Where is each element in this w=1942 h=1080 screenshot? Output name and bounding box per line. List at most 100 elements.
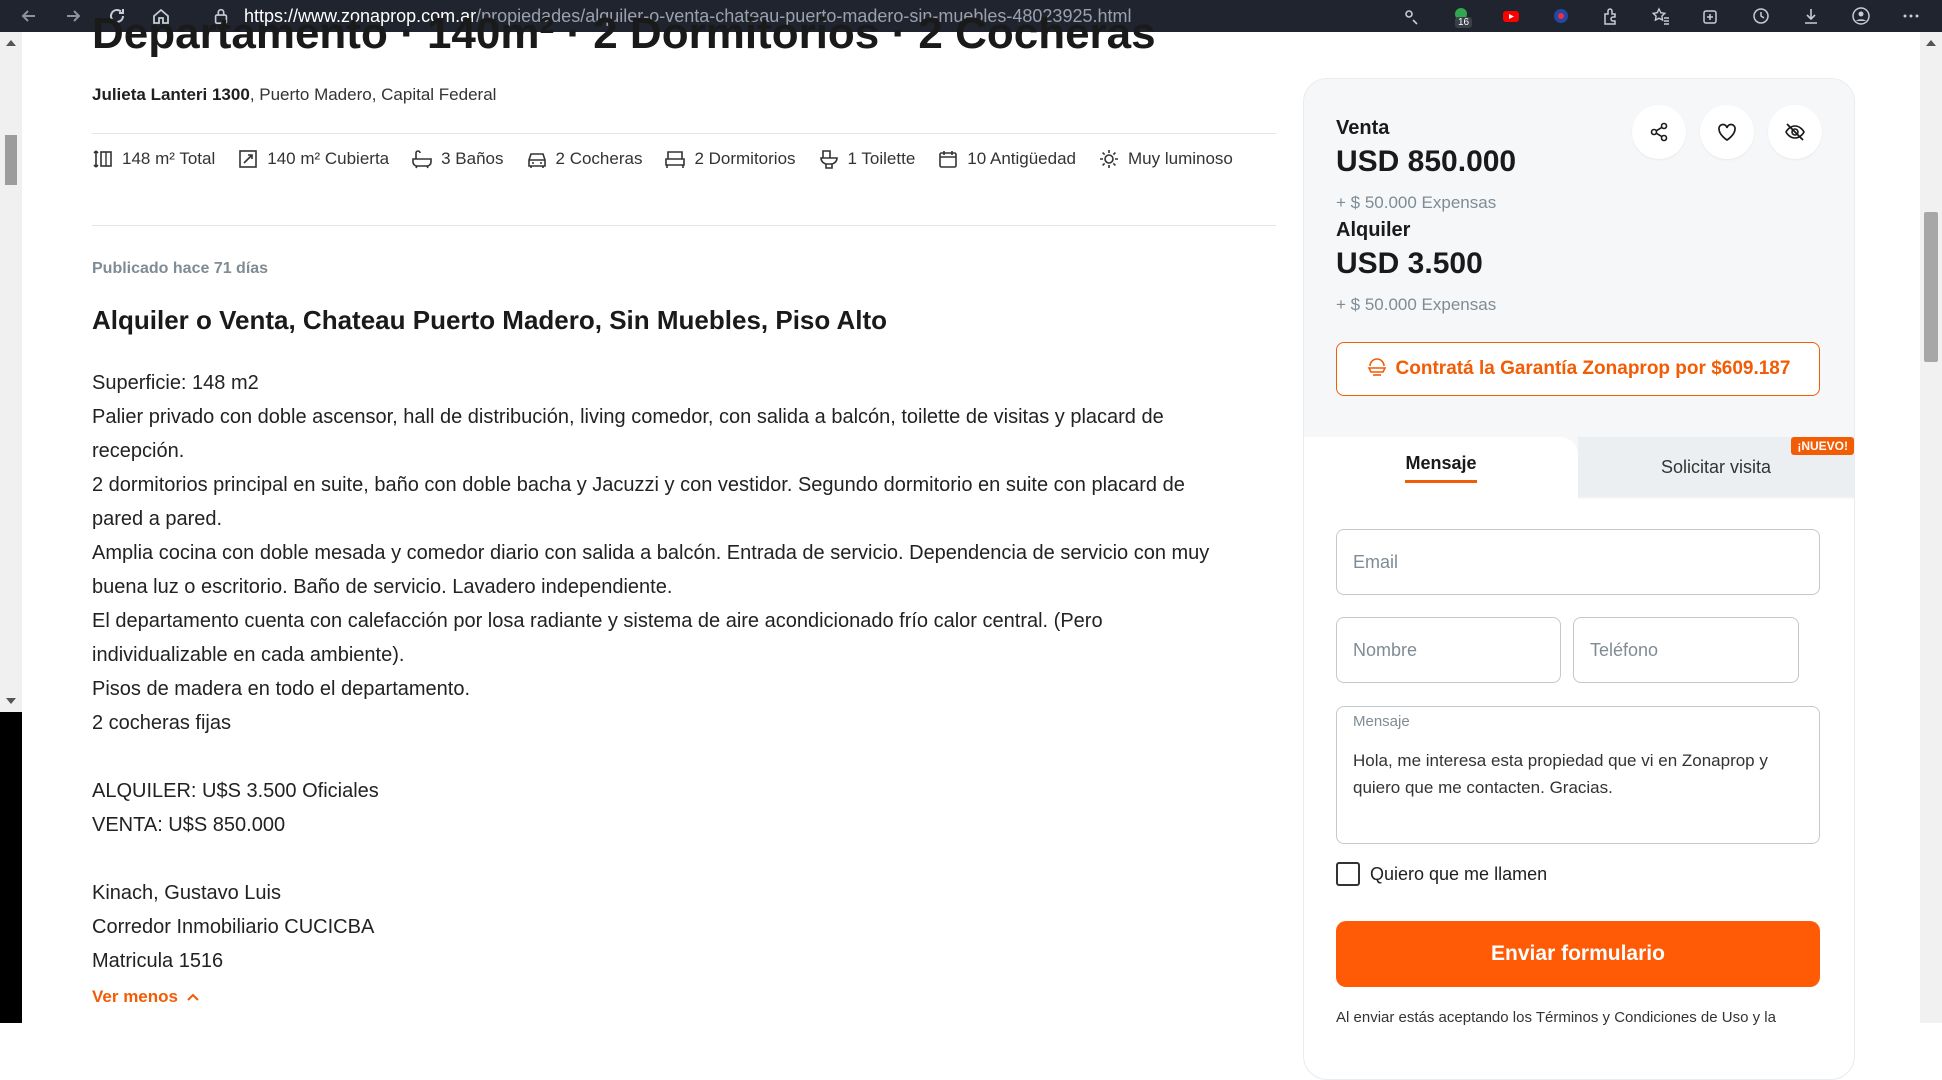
page-scrollbar[interactable] xyxy=(1920,32,1942,1023)
call-me-label: Quiero que me llamen xyxy=(1370,863,1548,884)
description-line: 2 dormitorios principal en suite, baño c… xyxy=(92,474,1185,496)
scroll-up-arrow[interactable] xyxy=(6,40,16,46)
hide-button[interactable] xyxy=(1768,105,1822,159)
flag-extension-icon[interactable] xyxy=(1550,5,1572,27)
tab-message[interactable]: Mensaje xyxy=(1304,437,1578,499)
sale-price: USD 850.000 xyxy=(1336,145,1517,178)
call-me-checkbox[interactable] xyxy=(1336,862,1360,886)
features-list: 148 m² Total 140 m² Cubierta 3 Baños 2 C… xyxy=(92,148,1276,170)
feature-toilette: 1 Toilette xyxy=(818,148,915,170)
scroll-thumb[interactable] xyxy=(5,135,17,185)
downloads-icon[interactable] xyxy=(1800,5,1822,27)
profile-icon[interactable] xyxy=(1850,5,1872,27)
divider xyxy=(92,225,1276,226)
feature-bathrooms: 3 Baños xyxy=(411,148,504,170)
guarantee-button[interactable]: Contratá la Garantía Zonaprop por $609.1… xyxy=(1336,342,1820,396)
description-line: Matricula 1516 xyxy=(92,950,224,972)
guarantee-label: Contratá la Garantía Zonaprop por $609.1… xyxy=(1395,358,1791,379)
tab-request-visit[interactable]: Solicitar visita ¡NUEVO! xyxy=(1578,437,1854,497)
left-panel-background xyxy=(0,712,22,1023)
history-icon[interactable] xyxy=(1750,5,1772,27)
feature-label: 2 Dormitorios xyxy=(694,149,796,168)
guarantee-icon xyxy=(1367,358,1386,376)
phone-field[interactable] xyxy=(1573,617,1799,683)
heart-icon xyxy=(1718,123,1736,142)
listing-address: Julieta Lanteri 1300, Puerto Madero, Cap… xyxy=(92,85,496,105)
address-area: , Puerto Madero, Capital Federal xyxy=(249,85,497,104)
rent-label: Alquiler xyxy=(1336,219,1411,241)
feature-label: 10 Antigüedad xyxy=(967,149,1076,168)
address-street: Julieta Lanteri 1300 xyxy=(92,85,250,104)
description-line: pared a pared. xyxy=(92,508,223,530)
feature-luminosity: Muy luminoso xyxy=(1098,148,1233,170)
more-menu-icon[interactable] xyxy=(1900,5,1922,27)
feature-label: Muy luminoso xyxy=(1128,149,1233,168)
sale-expenses: + $ 50.000 Expensas xyxy=(1336,193,1497,212)
feature-label: 2 Cocheras xyxy=(555,149,643,168)
description-line xyxy=(92,842,1276,876)
feature-bedrooms: 2 Dormitorios xyxy=(664,148,796,170)
tab-message-label: Mensaje xyxy=(1405,453,1477,483)
left-scrollbar[interactable] xyxy=(0,32,22,712)
message-field[interactable]: Mensaje Hola, me interesa esta propiedad… xyxy=(1336,706,1820,844)
contact-card: Venta USD 850.000 + $ 50.000 Expensas Al… xyxy=(1303,78,1855,1080)
share-button[interactable] xyxy=(1632,105,1686,159)
extension-badge: 16 xyxy=(1455,17,1473,28)
extensions-icon[interactable] xyxy=(1600,5,1622,27)
favorites-list-icon[interactable] xyxy=(1650,5,1672,27)
extension-counter-icon[interactable]: 16 xyxy=(1450,5,1473,28)
published-date: Publicado hace 71 días xyxy=(92,260,269,277)
new-badge: ¡NUEVO! xyxy=(1791,437,1854,455)
feature-covered-area: 140 m² Cubierta xyxy=(237,148,389,170)
description-line: individualizable en cada ambiente). xyxy=(92,644,405,666)
terms-text: Al enviar estás aceptando los Términos y… xyxy=(1336,1009,1776,1026)
description-line: Kinach, Gustavo Luis xyxy=(92,882,281,904)
favorite-button[interactable] xyxy=(1700,105,1754,159)
bed-icon xyxy=(665,151,686,168)
page-scroll-up-arrow[interactable] xyxy=(1926,40,1936,46)
description-line: El departamento cuenta con calefacción p… xyxy=(92,610,1103,632)
scroll-down-arrow[interactable] xyxy=(6,698,16,704)
site-settings-icon[interactable] xyxy=(1400,5,1422,27)
name-field[interactable] xyxy=(1336,617,1561,683)
rent-price: USD 3.500 xyxy=(1336,247,1483,280)
ver-menos-label: Ver menos xyxy=(92,987,178,1006)
description-line: recepción. xyxy=(92,440,185,462)
description-line: ALQUILER: U$S 3.500 Oficiales xyxy=(92,780,379,802)
page-scroll-thumb[interactable] xyxy=(1924,212,1938,362)
listing-title: Departamento · 140m² · 2 Dormitorios · 2… xyxy=(92,9,1156,58)
back-icon[interactable] xyxy=(14,2,44,30)
ver-menos-link[interactable]: Ver menos xyxy=(92,987,200,1007)
feature-label: 140 m² Cubierta xyxy=(267,149,390,168)
calendar-icon xyxy=(939,151,958,168)
toilet-icon xyxy=(819,150,838,169)
youtube-icon[interactable] xyxy=(1500,5,1522,27)
message-text: Hola, me interesa esta propiedad que vi … xyxy=(1353,751,1768,797)
covered-area-icon xyxy=(239,150,258,168)
description-line: 2 cocheras fijas xyxy=(92,712,231,734)
tab-visit-label: Solicitar visita xyxy=(1660,456,1772,477)
collections-icon[interactable] xyxy=(1700,5,1722,27)
feature-garages: 2 Cocheras xyxy=(526,148,643,170)
email-field[interactable] xyxy=(1336,529,1820,595)
car-icon xyxy=(527,153,546,168)
submit-button[interactable]: Enviar formulario xyxy=(1336,921,1820,987)
chevron-up-icon xyxy=(187,993,199,1001)
eye-off-icon xyxy=(1785,123,1805,141)
sale-label: Venta xyxy=(1336,117,1390,139)
description-line: Superficie: 148 m2 xyxy=(92,372,259,394)
feature-label: 148 m² Total xyxy=(122,149,216,168)
description-line: buena luz o escritorio. Baño de servicio… xyxy=(92,576,673,598)
feature-total-area: 148 m² Total xyxy=(92,148,215,170)
forward-icon[interactable] xyxy=(58,2,88,30)
description-title: Alquiler o Venta, Chateau Puerto Madero,… xyxy=(92,305,888,335)
sun-icon xyxy=(1100,150,1118,168)
call-me-option[interactable]: Quiero que me llamen xyxy=(1336,862,1547,886)
contact-tabs: Mensaje Solicitar visita ¡NUEVO! xyxy=(1304,437,1854,499)
description-line: Corredor Inmobiliario CUCICBA xyxy=(92,916,375,938)
description-text: Superficie: 148 m2 Palier privado con do… xyxy=(92,366,1276,978)
message-label: Mensaje xyxy=(1353,713,1410,730)
description-line xyxy=(92,740,1276,774)
bathtub-icon xyxy=(412,150,432,169)
contact-form: Mensaje Hola, me interesa esta propiedad… xyxy=(1304,499,1854,1079)
